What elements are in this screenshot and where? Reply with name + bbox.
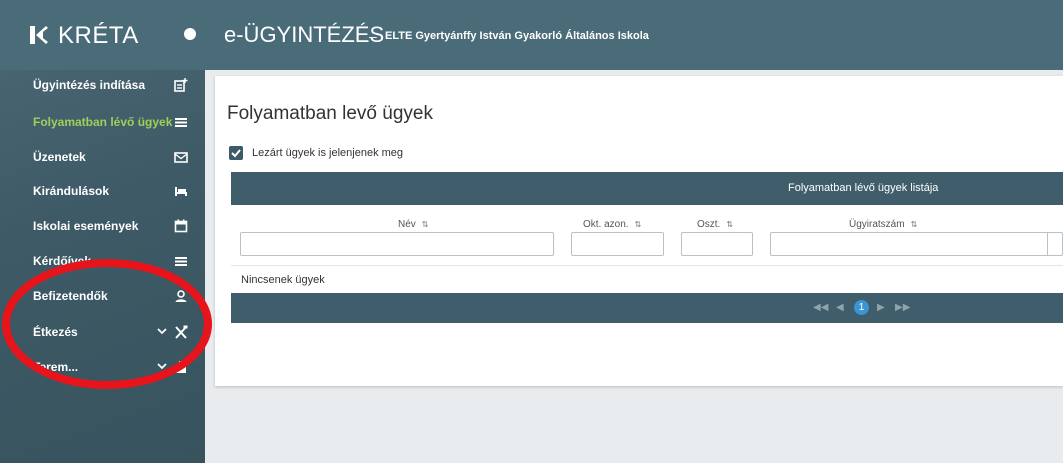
- sidebar-item-messages[interactable]: Üzenetek: [0, 142, 205, 172]
- sidebar-item-payments[interactable]: Befizetendők: [0, 281, 205, 311]
- sidebar-item-rooms[interactable]: Terem...: [0, 352, 205, 382]
- column-header-edu-id[interactable]: Okt. azon. ⇅: [583, 219, 641, 230]
- title-separator: –: [369, 28, 377, 44]
- school-name: ELTE Gyertyánffy István Gyakorló Általán…: [385, 30, 649, 42]
- top-bar: e-ÜGYINTÉZÉS – ELTE Gyertyánffy István G…: [205, 0, 1063, 70]
- column-header-class[interactable]: Oszt. ⇅: [697, 219, 733, 230]
- sidebar-item-label: Folyamatban lévő ügyek: [33, 115, 173, 129]
- sidebar-item-trips[interactable]: Kirándulások: [0, 176, 205, 206]
- sidebar-item-surveys[interactable]: Kérdőívek: [0, 246, 205, 276]
- chevron-down-icon: [157, 328, 167, 335]
- column-header-name[interactable]: Név ⇅: [398, 219, 429, 230]
- sort-icon: ⇅: [634, 220, 642, 229]
- prev-page-icon[interactable]: ◀: [836, 302, 844, 313]
- chevron-down-icon: [157, 363, 167, 370]
- sort-icon: ⇅: [910, 220, 918, 229]
- class-filter-input[interactable]: [681, 232, 753, 256]
- edu-id-filter-input[interactable]: [571, 232, 664, 256]
- sidebar-item-label: Kirándulások: [33, 184, 110, 198]
- sidebar-item-label: Terem...: [33, 360, 79, 374]
- status-dot-icon[interactable]: [184, 28, 196, 40]
- sidebar-item-start-case[interactable]: Ügyintézés indítása: [0, 70, 205, 100]
- sidebar-item-label: Kérdőívek: [33, 254, 92, 268]
- list-icon: [175, 257, 187, 266]
- empty-state-row: Nincsenek ügyek: [231, 265, 1063, 294]
- sidebar-item-label: Üzenetek: [33, 150, 86, 164]
- sidebar-item-meals[interactable]: Étkezés: [0, 317, 205, 347]
- grid-title: Folyamatban lévő ügyek listája: [788, 182, 939, 194]
- column-header-file-number[interactable]: Ügyiratszám ⇅: [849, 219, 917, 230]
- calendar-icon: [174, 219, 188, 233]
- name-filter-input[interactable]: [240, 232, 554, 256]
- sidebar-item-ongoing-cases[interactable]: Folyamatban lévő ügyek: [0, 107, 205, 137]
- last-page-icon[interactable]: ▶▶: [895, 302, 910, 313]
- show-closed-label: Lezárt ügyek is jelenjenek meg: [252, 147, 404, 159]
- bed-icon: [175, 187, 187, 196]
- cutlery-icon: [175, 325, 188, 339]
- brand-area: KRÉTA: [0, 0, 205, 70]
- page-title: Folyamatban levő ügyek: [227, 103, 433, 124]
- list-icon: [175, 118, 187, 127]
- check-icon: [231, 149, 241, 158]
- sort-icon: ⇅: [726, 220, 734, 229]
- kreta-logo-icon: [30, 26, 48, 44]
- sort-icon: ⇅: [421, 220, 429, 229]
- brand-name: KRÉTA: [58, 22, 139, 49]
- sidebar-item-label: Étkezés: [33, 325, 78, 339]
- sidebar: KRÉTA Ügyintézés indítása Folyamatban lé…: [0, 0, 205, 463]
- extra-filter-input[interactable]: [1047, 232, 1063, 256]
- sidebar-item-label: Befizetendők: [33, 289, 108, 303]
- sidebar-item-label: Ügyintézés indítása: [33, 78, 146, 92]
- next-page-icon[interactable]: ▶: [877, 302, 885, 313]
- current-page-button[interactable]: 1: [854, 300, 869, 315]
- user-payment-icon: [175, 290, 187, 302]
- content-card: Folyamatban levő ügyek Lezárt ügyek is j…: [215, 76, 1063, 386]
- first-page-icon[interactable]: ◀◀: [813, 302, 828, 313]
- empty-state-text: Nincsenek ügyek: [241, 274, 325, 286]
- mail-icon: [174, 152, 188, 163]
- show-closed-checkbox[interactable]: [229, 146, 243, 160]
- sidebar-item-label: Iskolai események: [33, 219, 139, 233]
- room-icon: [176, 361, 186, 373]
- sidebar-item-school-events[interactable]: Iskolai események: [0, 211, 205, 241]
- pager: ◀◀ ◀ 1 ▶ ▶▶: [231, 293, 1063, 323]
- app-title: e-ÜGYINTÉZÉS: [224, 22, 385, 47]
- file-number-filter-input[interactable]: [770, 232, 1058, 256]
- grid-header: Folyamatban lévő ügyek listája: [231, 172, 1063, 205]
- document-add-icon: [174, 78, 188, 92]
